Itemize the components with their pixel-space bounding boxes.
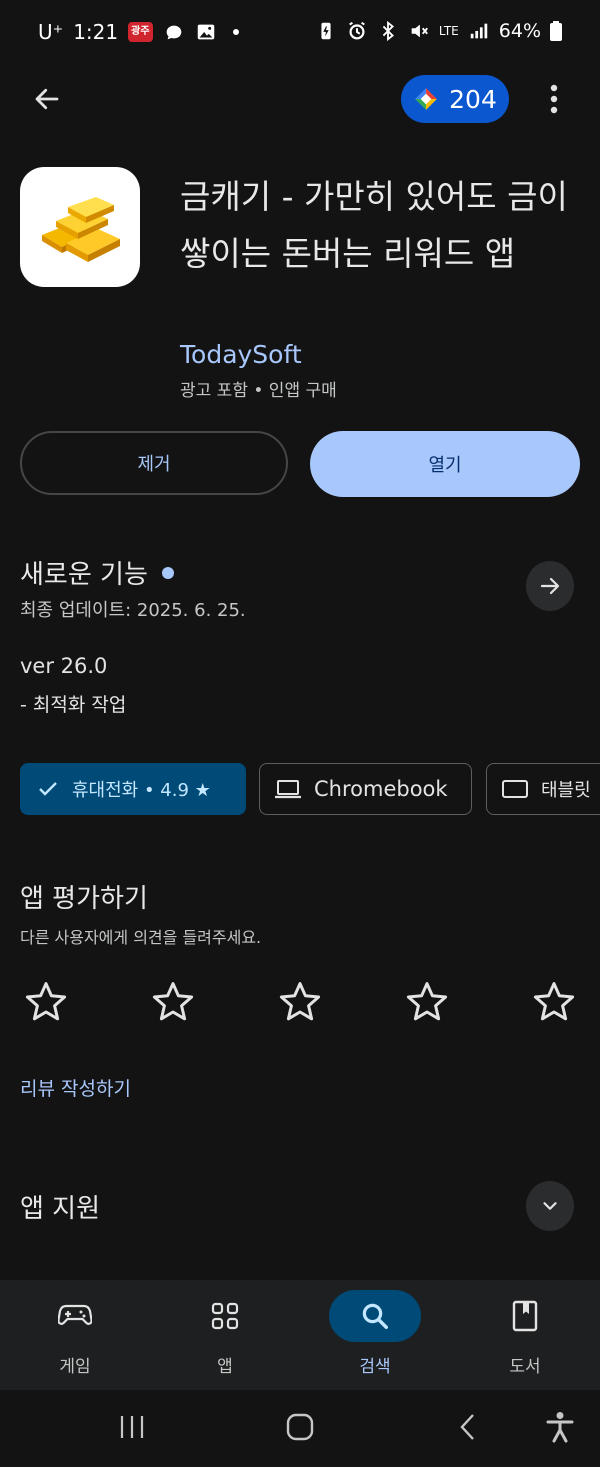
- points-count: 204: [449, 84, 497, 114]
- back-button[interactable]: [22, 74, 72, 124]
- gallery-icon: [197, 24, 214, 40]
- battery-saver-icon: [321, 22, 331, 40]
- more-options-button[interactable]: [534, 76, 574, 122]
- play-points-button[interactable]: 204: [401, 75, 509, 123]
- recents-icon: [120, 1416, 144, 1438]
- arrow-back-icon: [35, 88, 59, 110]
- device-chip-chromebook[interactable]: Chromebook: [259, 763, 472, 815]
- carrier-label: U⁺: [38, 20, 64, 44]
- last-updated: 최종 업데이트: 2025. 6. 25.: [20, 600, 246, 621]
- app-title: 금캐기 - 가만히 있어도 금이 쌓이는 돈버는 리워드 앱: [180, 177, 568, 273]
- status-bar: U⁺ 1:21 광주 LTE 64%: [0, 0, 600, 66]
- system-navigation-bar: [0, 1390, 600, 1467]
- whats-new-title: 새로운 기능: [20, 560, 148, 590]
- network-type: LTE: [438, 24, 459, 38]
- rate-app-subtitle: 다른 사용자에게 의견을 들려주세요.: [20, 928, 262, 947]
- device-chip-phone-label: 휴대전화 • 4.9 ★: [72, 780, 211, 801]
- device-chip-tablet-label: 태블릿: [541, 780, 591, 801]
- status-right: LTE 64%: [315, 20, 562, 42]
- developer-link[interactable]: TodaySoft: [180, 340, 302, 369]
- battery-icon: [550, 21, 562, 41]
- bluetooth-icon: [382, 20, 394, 42]
- nav-item-search[interactable]: 검색: [300, 1280, 450, 1390]
- app-meta: 광고 포함 • 인앱 구매: [180, 381, 337, 401]
- write-review-link[interactable]: 리뷰 작성하기: [20, 1074, 131, 1101]
- star-2-icon[interactable]: [149, 978, 197, 1026]
- notification-badge-icon: 광주: [128, 22, 153, 42]
- app-icon: [20, 167, 140, 287]
- chevron-down-icon: [543, 1202, 557, 1210]
- chat-bubble-icon: [166, 25, 181, 40]
- device-chip-chromebook-label: Chromebook: [314, 777, 448, 801]
- search-icon: [362, 1303, 388, 1329]
- release-notes: - 최적화 작업: [20, 694, 127, 716]
- app-support-expand-button[interactable]: [526, 1181, 574, 1231]
- new-indicator-dot: [161, 566, 174, 579]
- gamepad-icon: [58, 1304, 92, 1325]
- bottom-navigation: 게임 앱 검색 도서: [0, 1280, 600, 1390]
- whats-new-header[interactable]: 새로운 기능: [20, 554, 174, 591]
- apps-grid-icon: [211, 1302, 239, 1330]
- device-chip-tablet[interactable]: 태블릿: [486, 763, 600, 815]
- gold-bars-icon: [42, 197, 120, 262]
- accessibility-button[interactable]: [532, 1402, 588, 1452]
- battery-percent: 64%: [498, 20, 541, 42]
- nav-item-apps[interactable]: 앱: [150, 1280, 300, 1390]
- clock: 1:21: [73, 20, 119, 44]
- signal-icon: [470, 23, 488, 39]
- version-text: ver 26.0: [20, 654, 108, 678]
- rate-app-title: 앱 평가하기: [20, 884, 148, 914]
- alarm-icon: [348, 21, 365, 40]
- nav-label-apps: 앱: [217, 1357, 233, 1377]
- book-icon: [512, 1300, 538, 1332]
- whats-new-arrow-button[interactable]: [526, 561, 574, 611]
- nav-item-books[interactable]: 도서: [450, 1280, 600, 1390]
- home-button[interactable]: [272, 1402, 328, 1452]
- device-chip-phone[interactable]: 휴대전화 • 4.9 ★: [20, 763, 246, 815]
- star-3-icon[interactable]: [276, 978, 324, 1026]
- nav-item-games[interactable]: 게임: [0, 1280, 150, 1390]
- tablet-icon: [502, 780, 528, 798]
- star-4-icon[interactable]: [403, 978, 451, 1026]
- more-vert-icon: [550, 84, 558, 114]
- status-left: U⁺ 1:21 광주: [38, 20, 239, 44]
- open-button[interactable]: 열기: [310, 431, 580, 497]
- nav-label-games: 게임: [59, 1357, 91, 1377]
- star-5-icon[interactable]: [530, 978, 578, 1026]
- back-chevron-icon: [460, 1414, 474, 1440]
- mute-icon: [411, 24, 428, 38]
- recents-button[interactable]: [104, 1402, 160, 1452]
- arrow-forward-icon: [540, 577, 560, 595]
- play-points-icon: [415, 88, 437, 110]
- app-support-title[interactable]: 앱 지원: [20, 1188, 100, 1225]
- accessibility-icon: [546, 1412, 574, 1443]
- more-notifications-dot: [232, 29, 239, 35]
- nav-label-books: 도서: [509, 1357, 541, 1377]
- star-1-icon[interactable]: [22, 978, 70, 1026]
- system-back-button[interactable]: [440, 1402, 496, 1452]
- check-icon: [39, 782, 57, 796]
- rating-stars: [22, 978, 578, 1026]
- nav-label-search: 검색: [359, 1357, 391, 1377]
- uninstall-button[interactable]: 제거: [20, 431, 288, 495]
- home-icon: [286, 1413, 314, 1441]
- laptop-icon: [275, 780, 301, 799]
